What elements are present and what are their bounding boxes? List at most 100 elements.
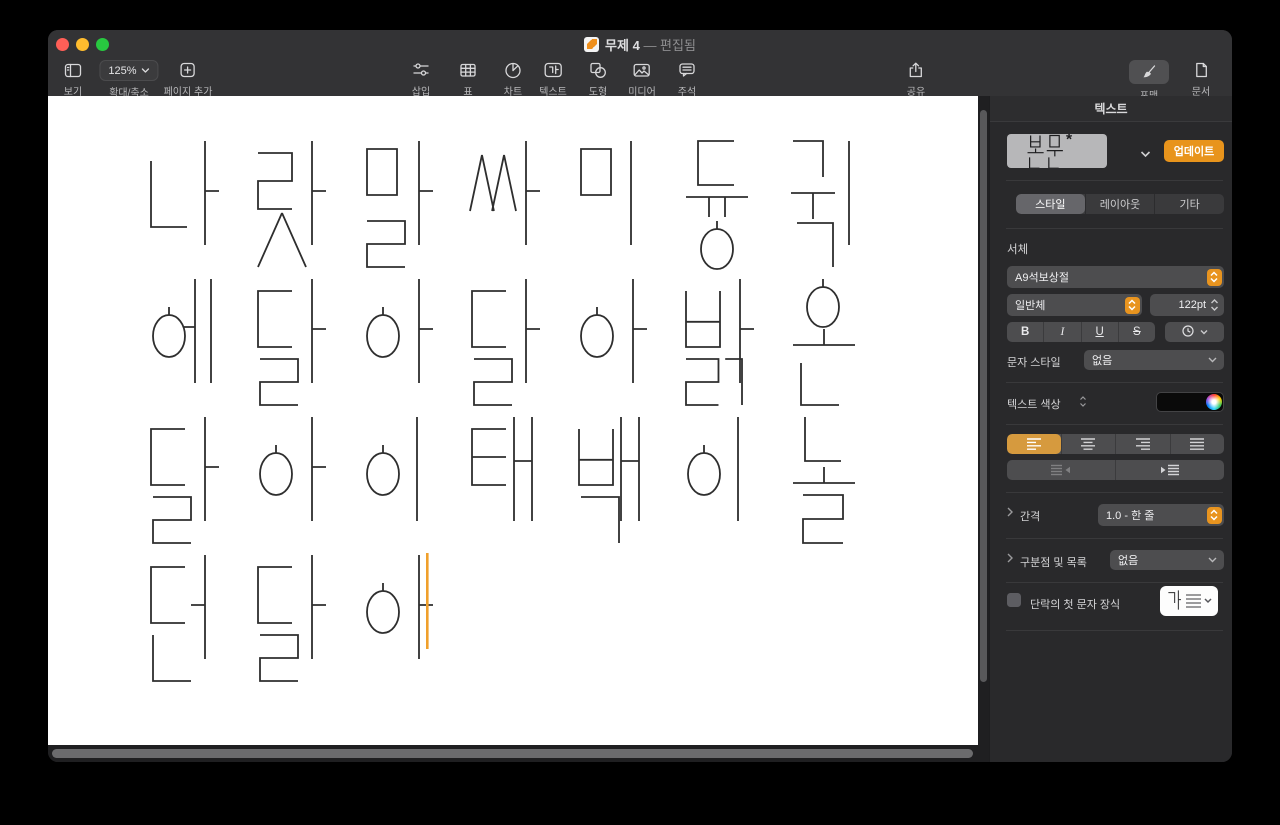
share-icon: [907, 60, 925, 80]
shape-icon: [589, 60, 608, 80]
chevron-down-icon: [1208, 357, 1217, 363]
text-button[interactable]: 텍스트: [539, 60, 567, 98]
zoom-control[interactable]: 125% 확대/축소: [99, 60, 158, 99]
vertical-scrollbar: [978, 96, 989, 762]
bold-button[interactable]: B: [1007, 322, 1043, 342]
document-icon: [1192, 60, 1210, 80]
insert-button[interactable]: 삽입: [412, 60, 431, 98]
font-family-dropdown[interactable]: A9석보상절: [1007, 266, 1224, 288]
align-right-button[interactable]: [1115, 434, 1170, 454]
dropcap-preview-glyph: [1167, 589, 1183, 613]
outdent-button[interactable]: [1007, 460, 1115, 480]
view-button[interactable]: 보기: [64, 60, 83, 98]
chevron-down-icon: [1208, 557, 1217, 563]
comment-button[interactable]: 주석: [678, 60, 697, 98]
horizontal-scrollbar-thumb[interactable]: [52, 749, 973, 758]
divider: [1006, 582, 1223, 583]
svg-text:*: *: [1066, 134, 1073, 148]
stepper-icon: [1207, 269, 1222, 286]
paragraph-style-chevron-icon[interactable]: [1140, 145, 1151, 163]
sidebar-tabs: 스타일 레이아웃 기타: [1016, 194, 1224, 214]
window-title: 무제 4 — 편집됨: [605, 35, 696, 54]
spacing-label: 간격: [1020, 508, 1040, 524]
indent-segmented: [1007, 460, 1224, 480]
media-image-icon: [632, 60, 651, 80]
document-text: [48, 96, 978, 745]
divider: [1006, 630, 1223, 631]
text-caret: [426, 553, 429, 649]
indent-button[interactable]: [1115, 460, 1224, 480]
char-style-label: 문자 스타일: [1007, 354, 1061, 370]
document-file-icon: [584, 37, 599, 52]
zoom-dropdown[interactable]: 125%: [99, 60, 158, 81]
chevron-down-icon: [1204, 598, 1212, 604]
dropcap-checkbox[interactable]: [1007, 593, 1021, 607]
format-brush-icon: [1140, 62, 1158, 82]
alignment-segmented: [1007, 434, 1224, 454]
divider: [1006, 382, 1223, 383]
color-mode-toggle-icon[interactable]: [1079, 395, 1087, 413]
share-button[interactable]: 공유: [907, 60, 925, 98]
color-wheel-icon[interactable]: [1206, 394, 1222, 410]
stepper-icon: [1125, 297, 1140, 314]
align-left-button[interactable]: [1007, 434, 1061, 454]
tab-style[interactable]: 스타일: [1016, 194, 1085, 214]
disclosure-chevron-icon[interactable]: [1007, 506, 1013, 520]
char-style-dropdown[interactable]: 없음: [1084, 350, 1224, 370]
paragraph-style-preview[interactable]: *: [1007, 134, 1107, 168]
spacing-dropdown[interactable]: 1.0 - 한 줄: [1098, 504, 1224, 526]
dropcap-label: 단락의 첫 문자 장식: [1030, 596, 1120, 612]
toolbar: 무제 4 — 편집됨 보기 125% 확대/축소 페이지 추가: [48, 30, 1232, 97]
chevron-down-icon: [142, 68, 150, 73]
text-box-icon: [543, 60, 563, 80]
table-button[interactable]: 표: [459, 60, 478, 98]
advanced-text-options-button[interactable]: [1165, 322, 1224, 342]
divider: [1006, 424, 1223, 425]
chart-button[interactable]: 차트: [504, 60, 523, 98]
shape-button[interactable]: 도형: [589, 60, 608, 98]
add-page-button[interactable]: 페이지 추가: [164, 60, 213, 98]
update-style-button[interactable]: 업데이트: [1164, 140, 1224, 162]
dropcap-style-button[interactable]: [1160, 586, 1218, 616]
divider: [1006, 228, 1223, 229]
strikethrough-button[interactable]: S: [1118, 322, 1155, 342]
text-color-label: 텍스트 색상: [1007, 396, 1061, 412]
titlebar: 무제 4 — 편집됨: [48, 30, 1232, 58]
font-size-field[interactable]: 122pt: [1150, 294, 1224, 316]
outdent-arrow-icon: [1066, 467, 1071, 473]
italic-button[interactable]: I: [1043, 322, 1080, 342]
divider: [1006, 492, 1223, 493]
tab-layout[interactable]: 레이아웃: [1085, 194, 1155, 214]
vertical-scrollbar-thumb[interactable]: [980, 110, 987, 682]
format-active-pill: [1129, 60, 1169, 84]
media-button[interactable]: 미디어: [628, 60, 656, 98]
font-weight-dropdown[interactable]: 일반체: [1007, 294, 1142, 316]
text-options-gear-icon: [1181, 324, 1195, 341]
align-center-button[interactable]: [1061, 434, 1116, 454]
dropcap-lines-icon: [1186, 594, 1201, 608]
document-button[interactable]: 문서: [1192, 60, 1210, 98]
size-stepper-icon[interactable]: [1210, 298, 1219, 312]
font-section-label: 서체: [1007, 241, 1028, 257]
bullets-dropdown[interactable]: 없음: [1110, 550, 1224, 570]
disclosure-chevron-icon[interactable]: [1007, 552, 1013, 566]
tab-more[interactable]: 기타: [1154, 194, 1224, 214]
add-page-icon: [179, 60, 197, 80]
chart-icon: [504, 60, 523, 80]
comment-icon: [678, 60, 697, 80]
format-sidebar: 텍스트 * 업데이트 스타일 레이아웃 기타 서체 A9석보상절 일반체: [989, 96, 1232, 762]
divider: [1006, 538, 1223, 539]
pages-window: 무제 4 — 편집됨 보기 125% 확대/축소 페이지 추가: [48, 30, 1232, 762]
canvas-area: [48, 96, 978, 762]
chevron-down-icon: [1200, 326, 1208, 338]
text-style-segmented: B I U S: [1007, 322, 1155, 342]
document-page[interactable]: [48, 96, 978, 745]
insert-icon: [412, 60, 431, 80]
underline-button[interactable]: U: [1081, 322, 1118, 342]
view-sidebar-icon: [64, 60, 83, 80]
divider: [1006, 180, 1223, 181]
text-color-swatch[interactable]: [1156, 392, 1224, 412]
stepper-icon: [1207, 507, 1222, 524]
table-icon: [459, 60, 478, 80]
align-justify-button[interactable]: [1170, 434, 1225, 454]
